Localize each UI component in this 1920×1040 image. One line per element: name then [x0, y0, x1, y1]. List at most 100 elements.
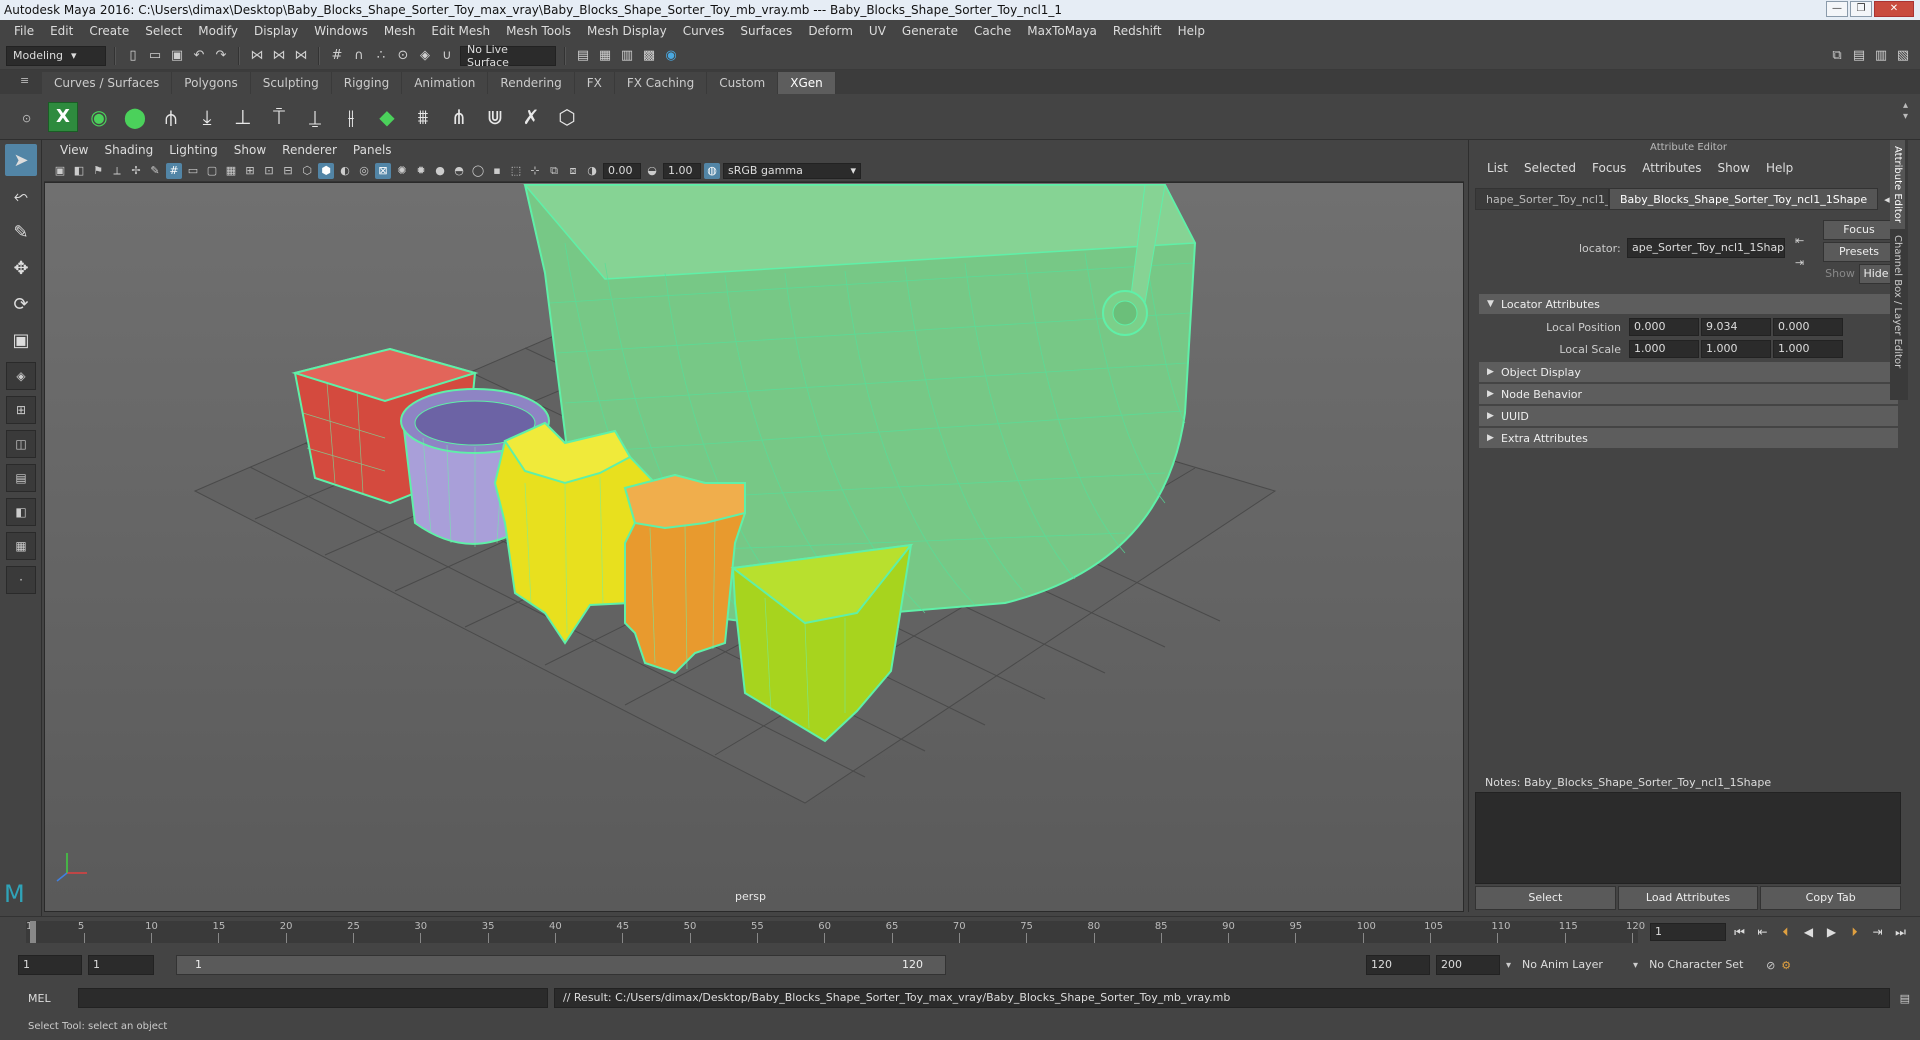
- textured-icon[interactable]: ✺: [394, 163, 410, 179]
- color-management-icon[interactable]: ◍: [704, 162, 720, 179]
- playback-start-field[interactable]: 1: [88, 955, 154, 975]
- outliner-persp-layout-icon[interactable]: ▤: [6, 464, 36, 492]
- camera-lock-icon[interactable]: ◧: [71, 163, 87, 179]
- render-frame-icon[interactable]: ▦: [596, 47, 614, 65]
- menu-mesh[interactable]: Mesh: [376, 24, 424, 38]
- character-set-dropdown[interactable]: No Character Set: [1644, 955, 1761, 975]
- menu-mesh-tools[interactable]: Mesh Tools: [498, 24, 579, 38]
- menu-maxtomaya[interactable]: MaxToMaya: [1019, 24, 1105, 38]
- ae-menu-list[interactable]: List: [1479, 161, 1516, 175]
- menu-generate[interactable]: Generate: [894, 24, 966, 38]
- snap-point-icon[interactable]: ∴: [372, 47, 390, 65]
- vp-menu-show[interactable]: Show: [226, 143, 274, 157]
- select-component-icon[interactable]: ⋈: [292, 47, 310, 65]
- lock-length-icon[interactable]: ⍊: [300, 102, 330, 132]
- menuset-dropdown[interactable]: Modeling ▾: [6, 45, 106, 66]
- exposure-field[interactable]: 0.00: [603, 162, 641, 179]
- section-locator-attributes[interactable]: ▼ Locator Attributes: [1479, 294, 1898, 314]
- menu-help[interactable]: Help: [1170, 24, 1213, 38]
- local-scale-x[interactable]: 1.000: [1629, 340, 1699, 358]
- local-scale-z[interactable]: 1.000: [1773, 340, 1843, 358]
- move-tool-icon[interactable]: ✥: [5, 252, 37, 284]
- shelf-menu-icon[interactable]: ≡: [20, 74, 29, 87]
- layout-options-icon[interactable]: ·: [6, 566, 36, 594]
- snap-view-icon[interactable]: ⊙: [394, 47, 412, 65]
- single-view-layout-icon[interactable]: ◈: [6, 362, 36, 390]
- goto-input-icon[interactable]: ⇤: [1795, 234, 1804, 247]
- xray-active-icon[interactable]: ⧉: [546, 163, 562, 179]
- new-scene-icon[interactable]: ▯: [124, 47, 142, 65]
- local-position-y[interactable]: 9.034: [1701, 318, 1771, 336]
- ae-menu-focus[interactable]: Focus: [1584, 161, 1634, 175]
- command-input[interactable]: [78, 988, 548, 1008]
- render-settings-icon[interactable]: ▩: [640, 47, 658, 65]
- tool-settings-icon[interactable]: ▥: [1872, 46, 1890, 64]
- menu-curves[interactable]: Curves: [675, 24, 733, 38]
- menu-deform[interactable]: Deform: [800, 24, 861, 38]
- goto-output-icon[interactable]: ⇥: [1795, 256, 1804, 269]
- graph-layout-icon[interactable]: ◧: [6, 498, 36, 526]
- hypershade-icon[interactable]: ◉: [662, 47, 680, 65]
- section-extra-attributes[interactable]: ▶ Extra Attributes: [1479, 428, 1898, 448]
- gamma-icon[interactable]: ◒: [644, 163, 660, 179]
- modeling-toolkit-icon[interactable]: ⧉: [1828, 46, 1846, 64]
- side-tab-attribute-editor[interactable]: Attribute Editor: [1890, 140, 1905, 229]
- play-forwards-icon[interactable]: ▶: [1822, 923, 1841, 941]
- menu-modify[interactable]: Modify: [190, 24, 246, 38]
- playback-end-field[interactable]: 120: [1366, 955, 1430, 975]
- render-view-icon[interactable]: ▤: [574, 47, 592, 65]
- place-guide-icon[interactable]: ⫛: [156, 102, 186, 132]
- vp-menu-renderer[interactable]: Renderer: [274, 143, 345, 157]
- safe-title-icon[interactable]: ⊟: [280, 163, 296, 179]
- cut-guide-icon[interactable]: ⋓: [480, 102, 510, 132]
- redo-icon[interactable]: ↷: [212, 47, 230, 65]
- wireframe-on-shaded-icon[interactable]: ◎: [356, 163, 372, 179]
- field-chart-icon[interactable]: ⊞: [242, 163, 258, 179]
- ae-menu-help[interactable]: Help: [1758, 161, 1801, 175]
- tab-shape-node[interactable]: Baby_Blocks_Shape_Sorter_Toy_ncl1_1Shape: [1609, 188, 1879, 210]
- xgen-editor-icon[interactable]: X: [48, 101, 78, 132]
- copy-tab-button[interactable]: Copy Tab: [1760, 886, 1902, 910]
- magnet-icon[interactable]: ∪: [438, 47, 456, 65]
- animation-end-field[interactable]: 200: [1436, 955, 1500, 975]
- vp-menu-panels[interactable]: Panels: [345, 143, 400, 157]
- focus-button[interactable]: Focus: [1823, 220, 1895, 240]
- tab-rigging[interactable]: Rigging: [331, 72, 403, 94]
- gate-mask-icon[interactable]: ▦: [223, 163, 239, 179]
- side-tab-channel-box[interactable]: Channel Box / Layer Editor: [1890, 229, 1905, 374]
- menu-redshift[interactable]: Redshift: [1105, 24, 1170, 38]
- local-position-z[interactable]: 0.000: [1773, 318, 1843, 336]
- four-view-layout-icon[interactable]: ⊞: [6, 396, 36, 424]
- add-guide-icon[interactable]: ⤓: [192, 102, 222, 132]
- chevron-down-icon[interactable]: ▾: [1506, 960, 1511, 971]
- vp-menu-lighting[interactable]: Lighting: [161, 143, 226, 157]
- menu-edit-mesh[interactable]: Edit Mesh: [423, 24, 498, 38]
- grid-toggle-icon[interactable]: #: [166, 162, 182, 179]
- vp-menu-shading[interactable]: Shading: [96, 143, 161, 157]
- use-default-material-icon[interactable]: ◐: [337, 163, 353, 179]
- maximize-button[interactable]: ❐: [1850, 1, 1872, 17]
- menu-cache[interactable]: Cache: [966, 24, 1019, 38]
- rotate-tool-icon[interactable]: ⟳: [5, 288, 37, 320]
- step-back-frame-icon[interactable]: ⏴: [1776, 923, 1795, 941]
- tab-fx-caching[interactable]: FX Caching: [614, 72, 708, 94]
- menu-display[interactable]: Display: [246, 24, 306, 38]
- go-to-start-icon[interactable]: ⏮: [1730, 923, 1749, 941]
- menu-file[interactable]: File: [6, 24, 42, 38]
- bend-guide-icon[interactable]: ⍑: [264, 102, 294, 132]
- snap-curve-icon[interactable]: ∩: [350, 47, 368, 65]
- go-to-end-icon[interactable]: ⏭: [1891, 923, 1910, 941]
- ae-menu-attributes[interactable]: Attributes: [1634, 161, 1709, 175]
- current-frame-field[interactable]: 1: [1650, 923, 1726, 941]
- hud-icon[interactable]: ⧈: [565, 163, 581, 179]
- comb-guide-icon[interactable]: ⋔: [444, 102, 474, 132]
- anim-layer-dropdown[interactable]: No Anim Layer: [1517, 955, 1628, 975]
- step-forward-key-icon[interactable]: ⇥: [1868, 923, 1887, 941]
- gamma-field[interactable]: 1.00: [663, 162, 701, 179]
- tab-fx[interactable]: FX: [574, 72, 615, 94]
- close-button[interactable]: ✕: [1874, 1, 1914, 17]
- presets-button[interactable]: Presets: [1823, 242, 1895, 262]
- two-d-pan-icon[interactable]: ✢: [128, 163, 144, 179]
- local-position-x[interactable]: 0.000: [1629, 318, 1699, 336]
- ae-menu-show[interactable]: Show: [1710, 161, 1758, 175]
